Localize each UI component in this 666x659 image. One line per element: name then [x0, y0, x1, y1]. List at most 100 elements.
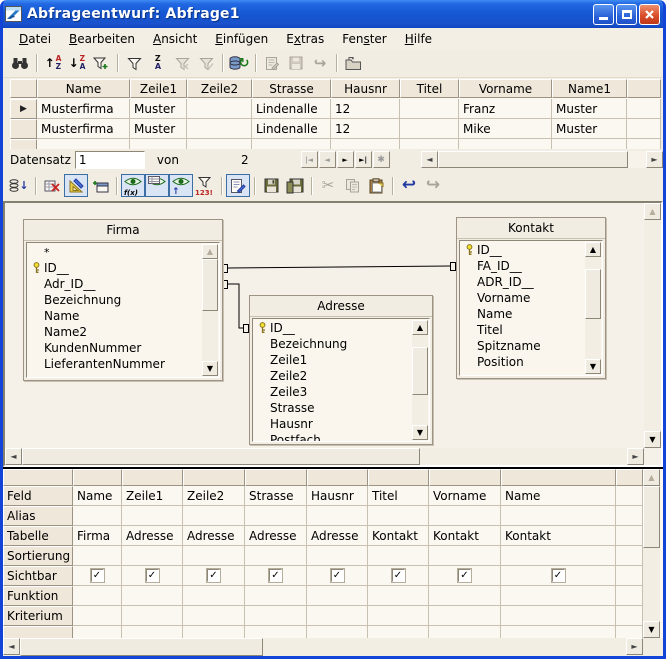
qbe-cell-feld[interactable]: Hausnr — [307, 486, 368, 506]
firma-scrollbar[interactable]: ▲ ▼ — [202, 244, 218, 376]
field-row-primary-key[interactable]: ID__ — [254, 320, 412, 336]
qbe-cell-empty[interactable] — [616, 586, 643, 606]
field-row[interactable]: ADR_ID__ — [461, 274, 585, 290]
field-row-primary-key[interactable]: ID__ — [28, 260, 202, 276]
qbe-cell-sichtbar[interactable]: ✓ — [307, 566, 368, 586]
new-record-button[interactable]: ✱ — [373, 151, 390, 168]
cell[interactable]: Musterfirma — [37, 99, 130, 119]
cell-empty[interactable] — [37, 139, 130, 149]
apply-filter-button[interactable] — [194, 52, 218, 75]
field-row[interactable]: Bezeichnung — [28, 292, 202, 308]
qbe-cell-partial[interactable] — [368, 626, 429, 638]
scroll-thumb[interactable] — [412, 347, 428, 395]
qbe-cell-sortierung[interactable] — [307, 546, 368, 566]
qbe-cell-sichtbar[interactable]: ✓ — [429, 566, 501, 586]
qbe-column-header[interactable] — [368, 469, 429, 486]
edit-record-button[interactable] — [260, 52, 284, 75]
sichtbar-checkbox[interactable]: ✓ — [146, 569, 159, 582]
qbe-cell-sortierung[interactable] — [501, 546, 616, 566]
minimize-button[interactable] — [593, 4, 614, 25]
scroll-up-icon[interactable]: ▲ — [202, 244, 218, 259]
table-names-toggle[interactable] — [145, 174, 169, 197]
qbe-cell-sortierung[interactable] — [183, 546, 245, 566]
sort-descending-button[interactable]: ↓ ZA — [65, 52, 89, 75]
menu-bearbeiten[interactable]: Bearbeiten — [60, 30, 144, 48]
table-title-firma[interactable]: Firma — [24, 220, 222, 241]
scroll-thumb[interactable] — [20, 638, 263, 656]
qbe-cell-feld[interactable]: Zeile2 — [183, 486, 245, 506]
edit-properties-toggle[interactable] — [226, 174, 250, 197]
cell-empty[interactable] — [252, 139, 331, 149]
qbe-cell-alias[interactable] — [122, 506, 183, 526]
qbe-cell-empty[interactable] — [616, 566, 643, 586]
clear-query-button[interactable] — [40, 174, 64, 197]
add-table-button[interactable] — [88, 174, 112, 197]
qbe-cell-partial[interactable] — [307, 626, 368, 638]
paste-button[interactable] — [364, 174, 388, 197]
diagram-hscrollbar[interactable]: ◄ ► — [5, 448, 644, 465]
scroll-down-icon[interactable]: ▼ — [644, 431, 661, 448]
save-as-button[interactable] — [283, 174, 307, 197]
datasheet-corner[interactable] — [10, 79, 37, 98]
qbe-cell-kriterium[interactable] — [368, 606, 429, 626]
scroll-up-icon[interactable]: ▲ — [643, 469, 660, 486]
qbe-cell-funktion[interactable] — [501, 586, 616, 606]
qbe-cell-feld[interactable]: Name — [73, 486, 122, 506]
adresse-scrollbar[interactable]: ▲ ▼ — [412, 320, 428, 440]
qbe-cell-partial[interactable] — [501, 626, 616, 638]
qbe-cell-kriterium[interactable] — [245, 606, 307, 626]
qbe-cell-partial[interactable] — [183, 626, 245, 638]
undo-button[interactable]: ↩ — [397, 174, 421, 197]
qbe-cell-empty[interactable] — [616, 546, 643, 566]
qbe-cell-sichtbar[interactable]: ✓ — [501, 566, 616, 586]
qbe-cell-alias[interactable] — [429, 506, 501, 526]
menu-fenster[interactable]: Fenster — [333, 30, 396, 48]
field-row[interactable]: Zeile3 — [254, 384, 412, 400]
column-header-zeile1[interactable]: Zeile1 — [130, 79, 187, 98]
next-record-button[interactable]: ► — [337, 151, 354, 168]
cell[interactable] — [400, 99, 459, 119]
sichtbar-checkbox[interactable]: ✓ — [207, 569, 220, 582]
qbe-cell-alias[interactable] — [73, 506, 122, 526]
row-selector-new[interactable] — [10, 139, 37, 149]
qbe-cell-alias[interactable] — [245, 506, 307, 526]
field-row[interactable]: Vorname — [461, 290, 585, 306]
qbe-cell-funktion[interactable] — [307, 586, 368, 606]
record-number-input[interactable]: 1 — [75, 151, 145, 169]
copy-button[interactable] — [340, 174, 364, 197]
table-box-kontakt[interactable]: Kontakt ID__ FA_ID__ ADR_ID__ Vorname Na… — [456, 217, 606, 379]
functions-toggle[interactable]: f(x) — [121, 174, 145, 197]
sichtbar-checkbox[interactable]: ✓ — [552, 569, 565, 582]
scroll-up-icon[interactable]: ▲ — [412, 320, 428, 335]
cell[interactable]: 12 — [331, 99, 400, 119]
field-row-primary-key[interactable]: ID__ — [461, 242, 585, 258]
menu-extras[interactable]: Extras — [277, 30, 333, 48]
scroll-down-icon[interactable]: ▼ — [585, 359, 601, 374]
cell-empty[interactable] — [130, 139, 187, 149]
qbe-column-header[interactable] — [245, 469, 307, 486]
qbe-cell-empty[interactable] — [616, 606, 643, 626]
close-button[interactable] — [639, 4, 660, 25]
cell[interactable]: Lindenalle — [252, 119, 331, 139]
last-record-button[interactable]: ►| — [355, 151, 372, 168]
qbe-cell-sortierung[interactable] — [429, 546, 501, 566]
maximize-button[interactable] — [616, 4, 637, 25]
cell[interactable] — [187, 99, 252, 119]
field-row[interactable]: Postfach — [254, 432, 412, 441]
qbe-cell-sortierung[interactable] — [245, 546, 307, 566]
qbe-column-header[interactable] — [122, 469, 183, 486]
column-header-hausnr[interactable]: Hausnr — [331, 79, 400, 98]
filter-button[interactable] — [122, 52, 146, 75]
scroll-thumb[interactable] — [438, 151, 628, 168]
qbe-cell-tabelle[interactable]: Kontakt — [429, 526, 501, 546]
distinct-values-toggle[interactable]: ↑ — [169, 174, 193, 197]
qbe-cell-alias[interactable] — [368, 506, 429, 526]
scroll-thumb[interactable] — [585, 269, 601, 319]
qbe-cell-partial[interactable] — [122, 626, 183, 638]
scroll-left-icon[interactable]: ◄ — [421, 151, 438, 168]
save-button[interactable] — [259, 174, 283, 197]
menu-ansicht[interactable]: Ansicht — [144, 30, 206, 48]
field-row[interactable]: FA_ID__ — [461, 258, 585, 274]
qbe-cell-empty[interactable] — [616, 486, 643, 506]
insert-column-button[interactable]: ↓ — [7, 174, 31, 197]
